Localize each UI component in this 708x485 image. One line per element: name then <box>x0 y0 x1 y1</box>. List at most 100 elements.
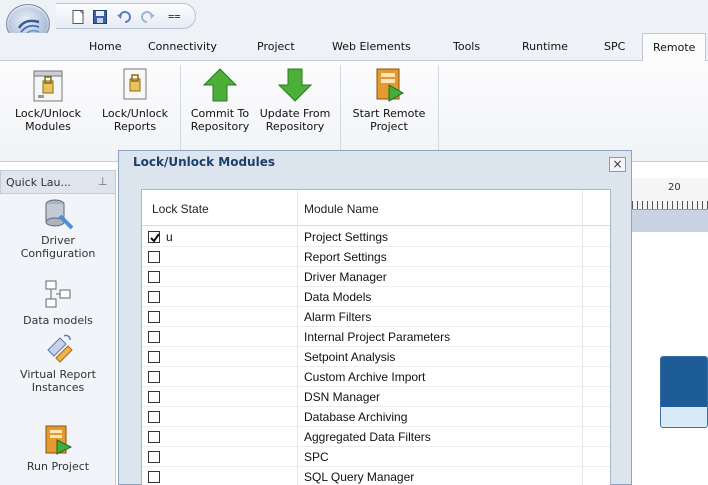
lock-checkbox[interactable] <box>148 251 160 263</box>
ribbon-separator <box>438 65 439 153</box>
new-document-icon[interactable] <box>70 9 86 25</box>
tab-tools[interactable]: Tools <box>453 40 480 53</box>
module-name-cell: SPC <box>304 450 329 464</box>
update-down-arrow-icon <box>277 67 313 103</box>
table-row[interactable]: DSN Manager <box>142 387 610 407</box>
quick-launch-title: Quick Lau... <box>6 176 71 189</box>
tab-connectivity[interactable]: Connectivity <box>148 40 217 53</box>
table-row[interactable]: SPC <box>142 447 610 467</box>
start-remote-label-2: Project <box>370 120 408 133</box>
dialog-title: Lock/Unlock Modules <box>133 155 275 169</box>
lock-unlock-modules-dialog: Lock/Unlock Modules × Lock State Module … <box>118 150 632 485</box>
redo-icon[interactable] <box>140 9 156 25</box>
ruler-ticks <box>632 201 708 209</box>
data-models-label: Data models <box>23 314 93 327</box>
lock-unlock-modules-label-2: Modules <box>25 120 71 133</box>
lock-unlock-modules-button[interactable]: Lock/Unlock Modules <box>4 67 92 133</box>
lock-checkbox[interactable] <box>148 431 160 443</box>
quick-launch-run-project[interactable]: Run Project <box>0 424 116 473</box>
tab-remote[interactable]: Remote <box>642 33 707 62</box>
table-row[interactable]: Data Models <box>142 287 610 307</box>
module-name-cell: Project Settings <box>304 230 389 244</box>
commit-label-1: Commit To <box>190 107 250 120</box>
data-models-icon <box>42 278 74 310</box>
run-project-label: Run Project <box>26 460 90 473</box>
lock-checkbox[interactable] <box>148 231 160 243</box>
quick-launch-driver-configuration[interactable]: Driver Configuration <box>0 198 116 260</box>
table-row[interactable]: Internal Project Parameters <box>142 327 610 347</box>
table-row[interactable]: Aggregated Data Filters <box>142 427 610 447</box>
module-name-cell: Internal Project Parameters <box>304 330 451 344</box>
quick-launch-data-models[interactable]: Data models <box>0 278 116 327</box>
ruler-label: 20 <box>668 182 681 193</box>
lock-checkbox[interactable] <box>148 351 160 363</box>
customize-dropdown-icon[interactable]: ⩵ <box>168 9 184 25</box>
virtual-report-label-2: Instances <box>31 381 85 394</box>
driver-configuration-icon <box>42 198 74 230</box>
save-icon[interactable] <box>92 9 108 25</box>
table-row[interactable]: Setpoint Analysis <box>142 347 610 367</box>
lock-checkbox[interactable] <box>148 471 160 483</box>
lock-checkbox[interactable] <box>148 371 160 383</box>
table-row[interactable]: Alarm Filters <box>142 307 610 327</box>
module-name-cell: Report Settings <box>304 250 387 264</box>
lock-checkbox[interactable] <box>148 411 160 423</box>
grid-header: Lock State Module Name <box>142 190 610 226</box>
module-name-cell: Alarm Filters <box>304 310 372 324</box>
update-from-repository-button[interactable]: Update From Repository <box>254 67 336 133</box>
lock-checkbox[interactable] <box>148 311 160 323</box>
start-remote-project-icon <box>372 67 406 103</box>
ribbon-separator <box>340 65 341 153</box>
table-row[interactable]: Custom Archive Import <box>142 367 610 387</box>
module-name-cell: Database Archiving <box>304 410 408 424</box>
tab-home[interactable]: Home <box>89 40 121 53</box>
undo-icon[interactable] <box>116 9 132 25</box>
table-row[interactable]: SQL Query Manager <box>142 467 610 485</box>
quick-launch-virtual-report-instances[interactable]: Virtual Report Instances <box>0 332 116 394</box>
module-name-cell: Driver Manager <box>304 270 387 284</box>
close-icon[interactable]: × <box>609 157 626 172</box>
column-header-lock-state[interactable]: Lock State <box>152 202 209 216</box>
canvas-widget-header <box>661 357 707 407</box>
table-row[interactable]: u Project Settings <box>142 227 610 247</box>
quick-access-toolbar: ⩵ <box>56 3 196 29</box>
table-row[interactable]: Report Settings <box>142 247 610 267</box>
tab-runtime[interactable]: Runtime <box>522 40 568 53</box>
ribbon-panel: Lock/Unlock Modules Lock/Unlock Reports … <box>0 61 708 162</box>
module-name-cell: SQL Query Manager <box>304 470 415 484</box>
lock-checkbox[interactable] <box>148 271 160 283</box>
tab-web-elements[interactable]: Web Elements <box>332 40 411 53</box>
lock-unlock-modules-label-1: Lock/Unlock <box>14 107 82 120</box>
driver-configuration-label-2: Configuration <box>20 247 96 260</box>
lock-modules-icon <box>31 67 65 103</box>
module-name-cell: Aggregated Data Filters <box>304 430 431 444</box>
virtual-report-label-1: Virtual Report <box>20 368 96 381</box>
lock-unlock-reports-button[interactable]: Lock/Unlock Reports <box>92 67 178 133</box>
ribbon-separator <box>180 65 181 153</box>
tab-spc[interactable]: SPC <box>604 40 625 53</box>
canvas-widget[interactable] <box>660 356 708 428</box>
ribbon-tab-bar: Home Connectivity Project Web Elements T… <box>0 33 708 62</box>
lock-checkbox[interactable] <box>148 331 160 343</box>
module-name-cell: Setpoint Analysis <box>304 350 396 364</box>
modules-grid: Lock State Module Name u Project Settings… <box>141 189 611 485</box>
pin-icon[interactable]: ⊥ <box>98 175 108 188</box>
checkmark-icon <box>150 233 160 243</box>
lock-checkbox[interactable] <box>148 451 160 463</box>
run-project-icon <box>42 424 74 456</box>
lock-checkbox[interactable] <box>148 291 160 303</box>
module-name-cell: DSN Manager <box>304 390 381 404</box>
start-remote-project-button[interactable]: Start Remote Project <box>344 67 434 133</box>
table-row[interactable]: Database Archiving <box>142 407 610 427</box>
update-label-2: Repository <box>265 120 325 133</box>
commit-to-repository-button[interactable]: Commit To Repository <box>184 67 256 133</box>
lock-checkbox[interactable] <box>148 391 160 403</box>
tab-project[interactable]: Project <box>257 40 295 53</box>
lock-unlock-reports-label-1: Lock/Unlock <box>101 107 169 120</box>
quick-launch-header: Quick Lau... ⊥ <box>0 170 116 194</box>
table-row[interactable]: Driver Manager <box>142 267 610 287</box>
column-header-module-name[interactable]: Module Name <box>304 202 379 216</box>
canvas-scroll-band <box>632 210 708 232</box>
horizontal-ruler: 20 <box>632 178 708 210</box>
commit-up-arrow-icon <box>202 67 238 103</box>
